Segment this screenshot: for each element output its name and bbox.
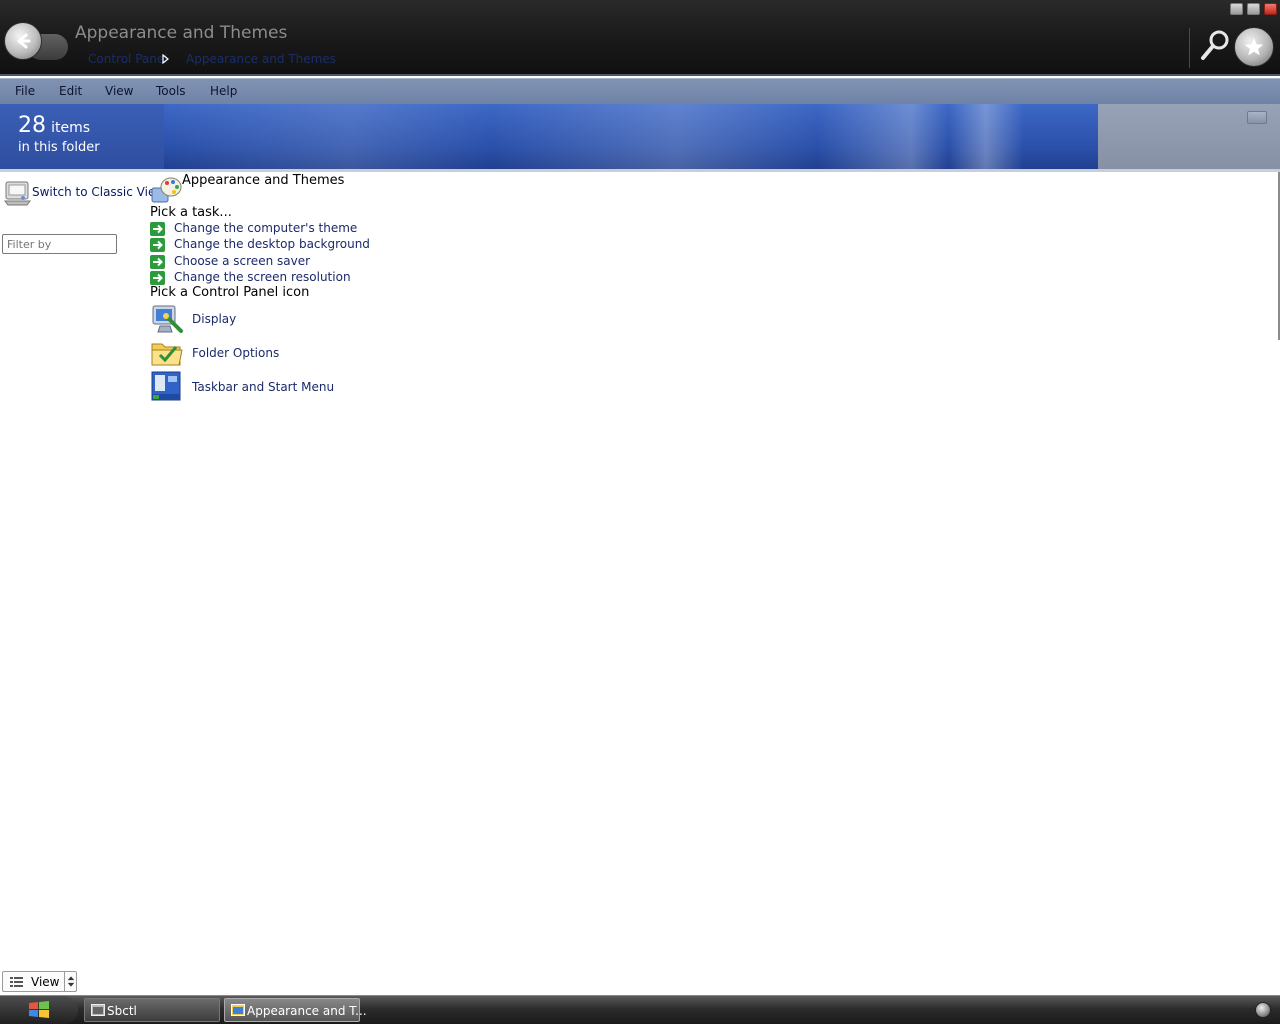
- title-bar-edge: [0, 74, 1280, 76]
- menu-edit[interactable]: Edit: [59, 84, 82, 98]
- control-panel-item-display[interactable]: Display: [150, 302, 390, 336]
- item-count-subtitle: in this folder: [18, 140, 100, 155]
- maximize-button[interactable]: [1247, 3, 1260, 15]
- green-arrow-icon: [150, 271, 165, 285]
- windows-logo-icon: [29, 1001, 49, 1018]
- control-panel-icon[interactable]: [3, 176, 33, 206]
- category-title: Appearance and Themes: [182, 173, 345, 188]
- back-arrow-icon: [17, 33, 31, 49]
- banner-artwork: [164, 104, 1098, 169]
- taskbar-item-label: Sbctl: [107, 1004, 137, 1018]
- window-title: Appearance and Themes: [75, 23, 288, 43]
- menu-help[interactable]: Help: [210, 84, 237, 98]
- breadcrumb-separator-icon[interactable]: [160, 53, 170, 65]
- switch-to-classic-view-link[interactable]: Switch to Classic View: [32, 185, 165, 199]
- folder-banner: 28 items in this folder: [0, 104, 1280, 169]
- task-label[interactable]: Choose a screen saver: [174, 254, 310, 268]
- taskbar-item-label: Appearance and T...: [247, 1004, 367, 1018]
- display-icon: [152, 305, 183, 333]
- task-label[interactable]: Change the screen resolution: [174, 270, 351, 284]
- view-spinner-icon[interactable]: [64, 972, 77, 991]
- taskbar-item-sbctl[interactable]: Sbctl: [84, 998, 220, 1022]
- back-button[interactable]: [4, 22, 42, 60]
- control-panel-window-icon: [231, 1004, 245, 1016]
- toolbar-divider: [1189, 28, 1190, 68]
- green-arrow-icon: [150, 255, 165, 269]
- folder-options-icon: [151, 343, 183, 366]
- tray-clock-icon[interactable]: [1255, 1002, 1271, 1018]
- menu-tools[interactable]: Tools: [156, 84, 186, 98]
- control-panel-item-taskbar-and-start-menu[interactable]: Taskbar and Start Menu: [150, 370, 390, 404]
- task-link[interactable]: Choose a screen saver: [150, 254, 410, 269]
- control-panel-item-label[interactable]: Taskbar and Start Menu: [192, 380, 334, 394]
- close-button[interactable]: [1264, 3, 1277, 15]
- task-link[interactable]: Change the computer's theme: [150, 221, 410, 236]
- star-icon: [1244, 38, 1264, 56]
- breadcrumb-appearance-and-themes[interactable]: Appearance and Themes: [186, 52, 336, 66]
- green-arrow-icon: [150, 238, 165, 252]
- task-label[interactable]: Change the desktop background: [174, 237, 370, 251]
- control-panel-item-folder-options[interactable]: Folder Options: [150, 336, 390, 370]
- task-link[interactable]: Change the desktop background: [150, 237, 410, 252]
- appearance-and-themes-icon: [151, 177, 182, 203]
- favorites-button[interactable]: [1234, 27, 1274, 67]
- item-count-unit: items: [51, 120, 91, 136]
- task-heading: Pick a task...: [150, 205, 232, 220]
- search-icon[interactable]: [1198, 28, 1232, 62]
- view-list-icon: [10, 977, 23, 987]
- view-label: View: [31, 975, 60, 989]
- menu-view[interactable]: View: [105, 84, 133, 98]
- taskbar-icon: [151, 371, 181, 401]
- window-icon: [91, 1004, 105, 1016]
- control-panel-item-label[interactable]: Folder Options: [192, 346, 279, 360]
- taskbar: Sbctl Appearance and T...: [0, 995, 1280, 1024]
- item-count: 28 items: [18, 113, 90, 138]
- green-arrow-icon: [150, 222, 165, 236]
- task-link[interactable]: Change the screen resolution: [150, 270, 410, 285]
- minimize-button[interactable]: [1230, 3, 1243, 15]
- banner-collapse-button[interactable]: [1247, 111, 1267, 124]
- title-bar: Appearance and Themes Control Panel Appe…: [0, 0, 1280, 76]
- explorer-window: Appearance and Themes Control Panel Appe…: [0, 0, 1280, 1024]
- banner-divider: [0, 169, 1280, 172]
- breadcrumb-control-panel[interactable]: Control Panel: [88, 52, 168, 66]
- taskbar-item-appearance[interactable]: Appearance and T...: [224, 998, 367, 1022]
- view-selector[interactable]: View: [2, 971, 77, 992]
- task-label[interactable]: Change the computer's theme: [174, 221, 357, 235]
- control-panel-item-label[interactable]: Display: [192, 312, 236, 326]
- filter-input[interactable]: [2, 234, 117, 254]
- menu-file[interactable]: File: [15, 84, 35, 98]
- item-count-number: 28: [18, 113, 46, 138]
- menu-bar: File Edit View Tools Help: [0, 78, 1280, 104]
- icon-heading: Pick a Control Panel icon: [150, 285, 310, 300]
- start-button[interactable]: [0, 996, 78, 1024]
